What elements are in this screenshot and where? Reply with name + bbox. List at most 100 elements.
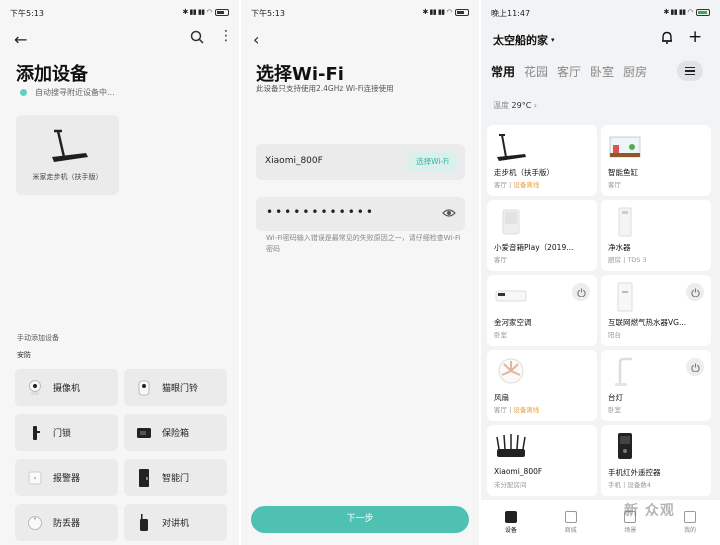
device-card[interactable]: Xiaomi_800F 未分配房间 (487, 425, 597, 496)
device-card[interactable]: 互联网燃气热水器VG... 阳台 (601, 275, 711, 346)
device-card[interactable]: 小爱音箱Play（2019... 客厅 (487, 200, 597, 271)
category-label: 防丢器 (53, 519, 81, 529)
treadmill-icon (52, 129, 88, 162)
caret-down-icon: ▾ (551, 36, 555, 44)
menu-icon[interactable] (677, 61, 703, 81)
category-walkie-talkie[interactable]: 对讲机 (124, 504, 227, 541)
nav-store[interactable]: 商城 (564, 511, 577, 534)
home-name: 太空船的家 (493, 34, 548, 47)
nav-profile[interactable]: 我的 (684, 511, 696, 534)
password-value: •••••••••••• (266, 205, 375, 219)
tab-kitchen[interactable]: 厨房 (623, 63, 647, 80)
chevron-right-icon: › (533, 101, 538, 110)
status-bar: 晚上11:47 ✱ ▮▮ ▮▮ ◠ (491, 8, 710, 22)
next-button[interactable]: 下一步 (251, 506, 469, 533)
section-title: 安防 (17, 351, 31, 359)
temperature-value: 29°C (511, 101, 532, 110)
device-card[interactable]: 走步机（扶手版） 客厅 | 设备离线 (487, 125, 597, 196)
device-name: 走步机（扶手版） (494, 168, 554, 177)
device-offline-status: 设备离线 (513, 406, 540, 414)
device-grid: 走步机（扶手版） 客厅 | 设备离线 智能鱼缸 客厅 小爱音箱Play（2019… (487, 125, 712, 496)
temperature-display[interactable]: 温度 29°C › (493, 100, 537, 111)
wifi-select-field[interactable]: Xiaomi_800F 选择Wi-Fi (256, 144, 465, 180)
add-icon[interactable]: + (688, 27, 702, 47)
scanning-status: 自动搜寻附近设备中... (20, 87, 115, 98)
desk-lamp-icon (615, 357, 632, 386)
device-room: 未分配房间 (494, 481, 527, 489)
wifi-name: Xiaomi_800F (265, 156, 323, 166)
tab-garden[interactable]: 花园 (524, 63, 548, 80)
door-lock-icon (27, 425, 43, 441)
bottom-navigation: 设备 商城 场景 我的 (481, 500, 720, 545)
category-label: 摄像机 (53, 384, 81, 394)
devices-icon (504, 511, 517, 523)
device-name: 风扇 (494, 393, 509, 402)
device-name: 手机红外遥控器 (608, 468, 661, 477)
device-name: Xiaomi_800F (494, 467, 543, 476)
category-label: 智能门 (162, 474, 190, 484)
category-tracker[interactable]: 防丢器 (15, 504, 118, 541)
show-password-eye-icon[interactable] (442, 208, 456, 218)
tab-bedroom[interactable]: 卧室 (590, 63, 614, 80)
category-label: 门锁 (53, 429, 72, 439)
device-card[interactable]: 手机红外遥控器 手机 | 设备数4 (601, 425, 711, 496)
category-doorbell[interactable]: 猫眼门铃 (124, 369, 227, 406)
status-time: 下午5:13 (251, 9, 285, 18)
category-smart-door[interactable]: 智能门 (124, 459, 227, 496)
category-door-lock[interactable]: 门锁 (15, 414, 118, 451)
back-chevron-icon[interactable]: ‹ (253, 30, 259, 49)
found-device-card[interactable]: 米家走步机（扶手版） (16, 115, 119, 195)
tab-common[interactable]: 常用 (491, 63, 515, 80)
aquarium-icon (609, 136, 641, 158)
signal-icon: ✱ ▮▮ ▮▮ ◠ (663, 8, 693, 16)
category-label: 保险箱 (162, 429, 190, 439)
device-room: 客厅 | 设备离线 (494, 406, 540, 414)
camera-icon (27, 379, 43, 396)
nav-label: 商城 (564, 527, 577, 534)
status-time: 下午5:13 (10, 9, 44, 18)
fan-icon (498, 358, 524, 384)
category-camera[interactable]: 摄像机 (15, 369, 118, 406)
category-alarm[interactable]: 报警器 (15, 459, 118, 496)
alarm-icon (27, 470, 43, 486)
search-icon[interactable] (190, 30, 204, 44)
battery-icon (215, 8, 229, 16)
safe-icon (136, 425, 152, 441)
router-icon (496, 434, 526, 457)
device-name: 智能鱼缸 (608, 168, 638, 177)
nav-label: 场景 (624, 527, 637, 534)
device-room-text: 客厅 (494, 406, 507, 414)
treadmill-icon (497, 134, 526, 161)
page-title: 添加设备 (16, 64, 88, 85)
watermark: 新 众观 (624, 503, 675, 519)
password-field[interactable]: •••••••••••• (256, 197, 465, 231)
device-card[interactable]: 金河家空调 卧室 (487, 275, 597, 346)
device-card[interactable]: 台灯 卧室 (601, 350, 711, 421)
temperature-label: 温度 (493, 101, 509, 110)
speaker-icon (502, 209, 520, 235)
more-vertical-icon[interactable]: ⋮ (219, 28, 233, 44)
bell-icon[interactable] (661, 31, 673, 44)
nav-devices[interactable]: 设备 (504, 511, 517, 534)
power-toggle-icon[interactable] (572, 283, 590, 301)
tab-living-room[interactable]: 客厅 (557, 63, 581, 80)
back-arrow-icon[interactable]: ← (14, 30, 27, 49)
device-card[interactable]: 净水器 厨房 | TDS 3 (601, 200, 711, 271)
signal-icon: ✱ ▮▮ ▮▮ ◠ (422, 8, 452, 16)
category-safe[interactable]: 保险箱 (124, 414, 227, 451)
device-card[interactable]: 风扇 客厅 | 设备离线 (487, 350, 597, 421)
store-icon (564, 511, 577, 523)
device-name: 金河家空调 (494, 318, 532, 327)
status-icons: ✱ ▮▮ ▮▮ ◠ (182, 8, 229, 16)
air-conditioner-icon (495, 290, 527, 302)
scanning-dot-icon (20, 89, 27, 96)
power-toggle-icon[interactable] (686, 283, 704, 301)
choose-wifi-button[interactable]: 选择Wi-Fi (408, 152, 457, 172)
device-card[interactable]: 智能鱼缸 客厅 (601, 125, 711, 196)
power-toggle-icon[interactable] (686, 358, 704, 376)
device-offline-status: 设备离线 (513, 181, 540, 189)
home-selector[interactable]: 太空船的家 ▾ (493, 32, 555, 48)
room-tabs: 常用 花园 客厅 卧室 厨房 (491, 63, 647, 80)
device-room: 卧室 (494, 331, 507, 339)
home-devices-screen: 晚上11:47 ✱ ▮▮ ▮▮ ◠ 太空船的家 ▾ + 常用 花园 客厅 卧室 厨… (481, 0, 720, 545)
